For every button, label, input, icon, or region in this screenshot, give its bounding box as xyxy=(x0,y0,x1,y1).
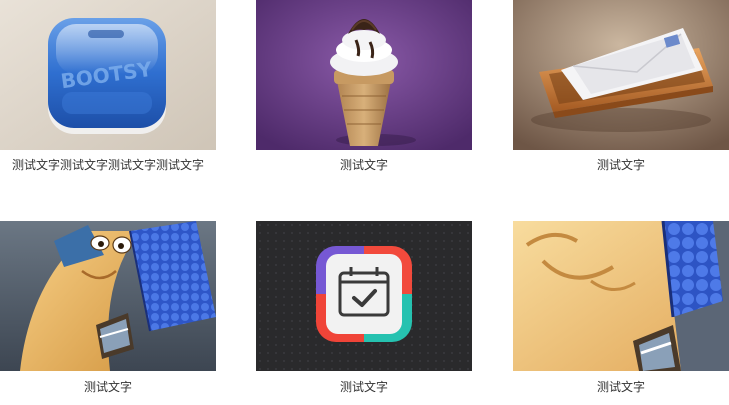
thumbnail-caption[interactable]: 测试文字 xyxy=(256,379,472,395)
house-character-image xyxy=(0,221,216,371)
gallery-card[interactable]: BOOTSY 测试文字测试文字测试文字测试文字 xyxy=(0,0,216,173)
thumbnail-bootsy-icon[interactable]: BOOTSY xyxy=(0,0,216,150)
gallery-card[interactable]: 测试文字 xyxy=(513,221,729,395)
thumbnail-house-closeup-icon[interactable] xyxy=(513,221,729,371)
thumbnail-house-character-icon[interactable] xyxy=(0,221,216,371)
ice-cream-cone-image xyxy=(256,0,472,150)
thumbnail-caption[interactable]: 测试文字 xyxy=(513,157,729,173)
house-closeup-image xyxy=(513,221,729,371)
mail-tray-image xyxy=(513,0,729,150)
gallery-card[interactable]: 测试文字 xyxy=(513,0,729,173)
thumbnail-calendar-icon[interactable] xyxy=(256,221,472,371)
gallery-card[interactable]: 测试文字 xyxy=(256,0,472,173)
thumbnail-caption[interactable]: 测试文字测试文字测试文字测试文字 xyxy=(0,157,216,173)
gallery-card[interactable]: 测试文字 xyxy=(256,221,472,395)
thumbnail-mail-tray-icon[interactable] xyxy=(513,0,729,150)
thumbnail-ice-cream-icon[interactable] xyxy=(256,0,472,150)
thumbnail-caption[interactable]: 测试文字 xyxy=(256,157,472,173)
calendar-app-image xyxy=(256,221,472,371)
image-gallery: BOOTSY 测试文字测试文字测试文字测试文字 测试文字 测试文字 测试文字 测… xyxy=(0,0,729,405)
thumbnail-caption[interactable]: 测试文字 xyxy=(513,379,729,395)
thumbnail-caption[interactable]: 测试文字 xyxy=(0,379,216,395)
bootsy-icon-image: BOOTSY xyxy=(0,0,216,150)
gallery-card[interactable]: 测试文字 xyxy=(0,221,216,395)
